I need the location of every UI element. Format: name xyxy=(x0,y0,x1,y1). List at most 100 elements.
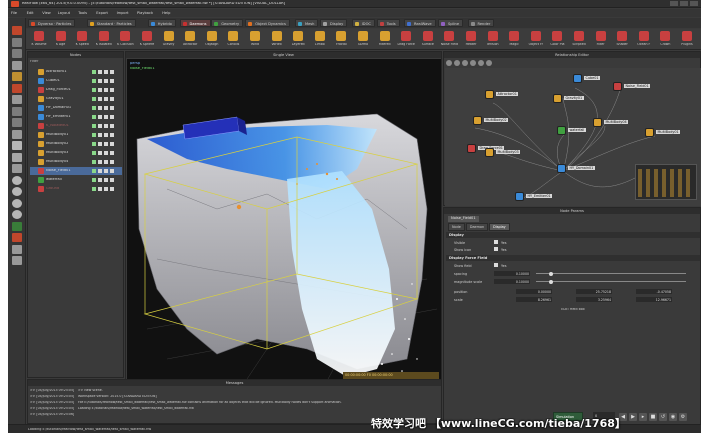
shelf-fractal-button[interactable]: Fractal xyxy=(330,30,352,49)
pan-icon[interactable] xyxy=(446,60,452,66)
simulate-toggle[interactable] xyxy=(104,133,108,137)
sphere-icon[interactable] xyxy=(12,175,22,185)
visibility-toggle[interactable] xyxy=(92,151,96,155)
shelf-k-speed-button[interactable]: K Speed xyxy=(71,30,93,49)
simulate-toggle[interactable] xyxy=(104,187,108,191)
export-toggle[interactable] xyxy=(110,97,114,101)
export-toggle[interactable] xyxy=(110,79,114,83)
lock-toggle[interactable] xyxy=(98,70,102,74)
menu-export[interactable]: Export xyxy=(96,11,108,15)
torus-icon[interactable] xyxy=(12,198,22,208)
visibility-toggle[interactable] xyxy=(92,187,96,191)
shelf-heater-button[interactable]: Heater xyxy=(460,30,482,49)
shelf-filtered-button[interactable]: Filtered xyxy=(374,30,396,49)
list-item[interactable]: Cube01 xyxy=(30,77,122,85)
menu-view[interactable]: View xyxy=(42,11,51,15)
visibility-toggle[interactable] xyxy=(92,97,96,101)
viewport-canvas[interactable]: persp Noise_Field01 00:00:00:00 F0 00:00… xyxy=(127,59,441,381)
lock-icon[interactable] xyxy=(12,233,22,242)
export-toggle[interactable] xyxy=(110,160,114,164)
shelf-coriolis-button[interactable]: Coriolis xyxy=(222,30,244,49)
menu-edit[interactable]: Edit xyxy=(27,11,34,15)
visibility-toggle[interactable] xyxy=(92,142,96,146)
menu-layout[interactable]: Layout xyxy=(58,11,70,15)
shelf-surface-button[interactable]: Surface xyxy=(417,30,439,49)
shelf-vortex-button[interactable]: Vortex xyxy=(266,30,288,49)
shelf-k-collision-button[interactable]: K Collision xyxy=(114,30,136,49)
pivot-icon[interactable] xyxy=(12,106,22,116)
show-icon-checkbox[interactable] xyxy=(494,247,498,251)
magnitude-input[interactable]: 0.10000 xyxy=(494,279,530,284)
scale-x-input[interactable]: 8.26961 xyxy=(516,297,552,302)
export-toggle[interactable] xyxy=(110,178,114,182)
export-toggle[interactable] xyxy=(110,187,114,191)
tab-object-dynamics[interactable]: Object Dynamics xyxy=(245,19,290,27)
list-item[interactable]: Drag_Force01 xyxy=(30,86,122,94)
visibility-toggle[interactable] xyxy=(92,178,96,182)
params-tab-display[interactable]: Display xyxy=(489,223,510,231)
list-item[interactable]: Noise_Field01 xyxy=(30,167,122,175)
link-icon[interactable] xyxy=(12,118,22,127)
node-icon[interactable] xyxy=(12,129,22,139)
lock-toggle[interactable] xyxy=(98,169,102,173)
scale-icon[interactable] xyxy=(12,60,22,70)
maximize-icon[interactable] xyxy=(680,1,688,6)
select-icon[interactable] xyxy=(12,26,22,35)
snap-icon[interactable] xyxy=(12,256,22,265)
tab-display[interactable]: Display xyxy=(320,19,348,27)
slider-handle[interactable] xyxy=(549,279,553,284)
export-toggle[interactable] xyxy=(110,115,114,119)
tab-dyverso-particles[interactable]: Dyverso · Particles xyxy=(28,19,76,27)
close-icon[interactable] xyxy=(690,1,698,6)
list-item[interactable]: K_Isolated01 xyxy=(30,122,122,130)
slider-handle[interactable] xyxy=(549,271,553,276)
cone-icon[interactable] xyxy=(12,164,22,173)
list-item[interactable]: MultiBody02 xyxy=(30,140,122,148)
visibility-toggle[interactable] xyxy=(92,169,96,173)
export-toggle[interactable] xyxy=(110,124,114,128)
cube-icon[interactable] xyxy=(12,141,22,150)
export-toggle[interactable] xyxy=(110,70,114,74)
list-item[interactable]: MultiBody03 xyxy=(30,149,122,157)
relationship-graph[interactable]: Cube01 Attractor01 Gravity01 Noise_Field01 M… xyxy=(445,68,701,206)
lock-toggle[interactable] xyxy=(98,115,102,119)
minimize-icon[interactable] xyxy=(670,1,678,6)
lock-toggle[interactable] xyxy=(98,160,102,164)
tab-realwave[interactable]: RealWave xyxy=(404,19,436,27)
lock-toggle[interactable] xyxy=(98,97,102,101)
shelf-scripted-button[interactable]: Scripted xyxy=(568,30,590,49)
lock-toggle[interactable] xyxy=(98,133,102,137)
shelf-object-fr-button[interactable]: Object Fr xyxy=(525,30,547,49)
shelf-gizmo-button[interactable]: Gizmo xyxy=(352,30,374,49)
list-item[interactable]: Ground xyxy=(30,185,122,193)
section-display-force-field[interactable]: Display Force Field xyxy=(446,255,700,261)
simulate-toggle[interactable] xyxy=(104,151,108,155)
shelf-wind-button[interactable]: Wind xyxy=(244,30,266,49)
scale-z-input[interactable]: 12.96671 xyxy=(636,297,672,302)
node-name-field[interactable]: Noise_Field01 xyxy=(448,216,479,222)
position-y-input[interactable]: 25.75218 xyxy=(576,289,612,294)
tab-render[interactable]: Render xyxy=(467,19,495,27)
magnitude-slider[interactable] xyxy=(536,279,686,284)
lock-toggle[interactable] xyxy=(98,142,102,146)
simulate-toggle[interactable] xyxy=(104,160,108,164)
shelf-objalign-button[interactable]: Objalign xyxy=(201,30,223,49)
lock-toggle[interactable] xyxy=(98,187,102,191)
export-toggle[interactable] xyxy=(110,133,114,137)
visibility-toggle[interactable] xyxy=(92,133,96,137)
list-item[interactable]: Gravity01 xyxy=(30,95,122,103)
list-item[interactable]: MultiBody01 xyxy=(30,131,122,139)
menu-file[interactable]: File xyxy=(11,11,17,15)
nodes-filter-label[interactable]: Filter xyxy=(30,60,121,65)
menu-import[interactable]: Import xyxy=(117,11,129,15)
shelf-k-isolated-button[interactable]: K Isolated xyxy=(93,30,115,49)
list-item[interactable]: Attractor01 xyxy=(30,68,122,76)
spacing-slider[interactable] xyxy=(536,271,686,276)
simulate-toggle[interactable] xyxy=(104,169,108,173)
shelf-plugins-button[interactable]: Plugins xyxy=(676,30,698,49)
simulate-toggle[interactable] xyxy=(104,97,108,101)
shelf-magic-button[interactable]: Magic xyxy=(503,30,525,49)
visibility-toggle[interactable] xyxy=(92,70,96,74)
shelf-crown-button[interactable]: Crown xyxy=(654,30,676,49)
simulate-toggle[interactable] xyxy=(104,70,108,74)
